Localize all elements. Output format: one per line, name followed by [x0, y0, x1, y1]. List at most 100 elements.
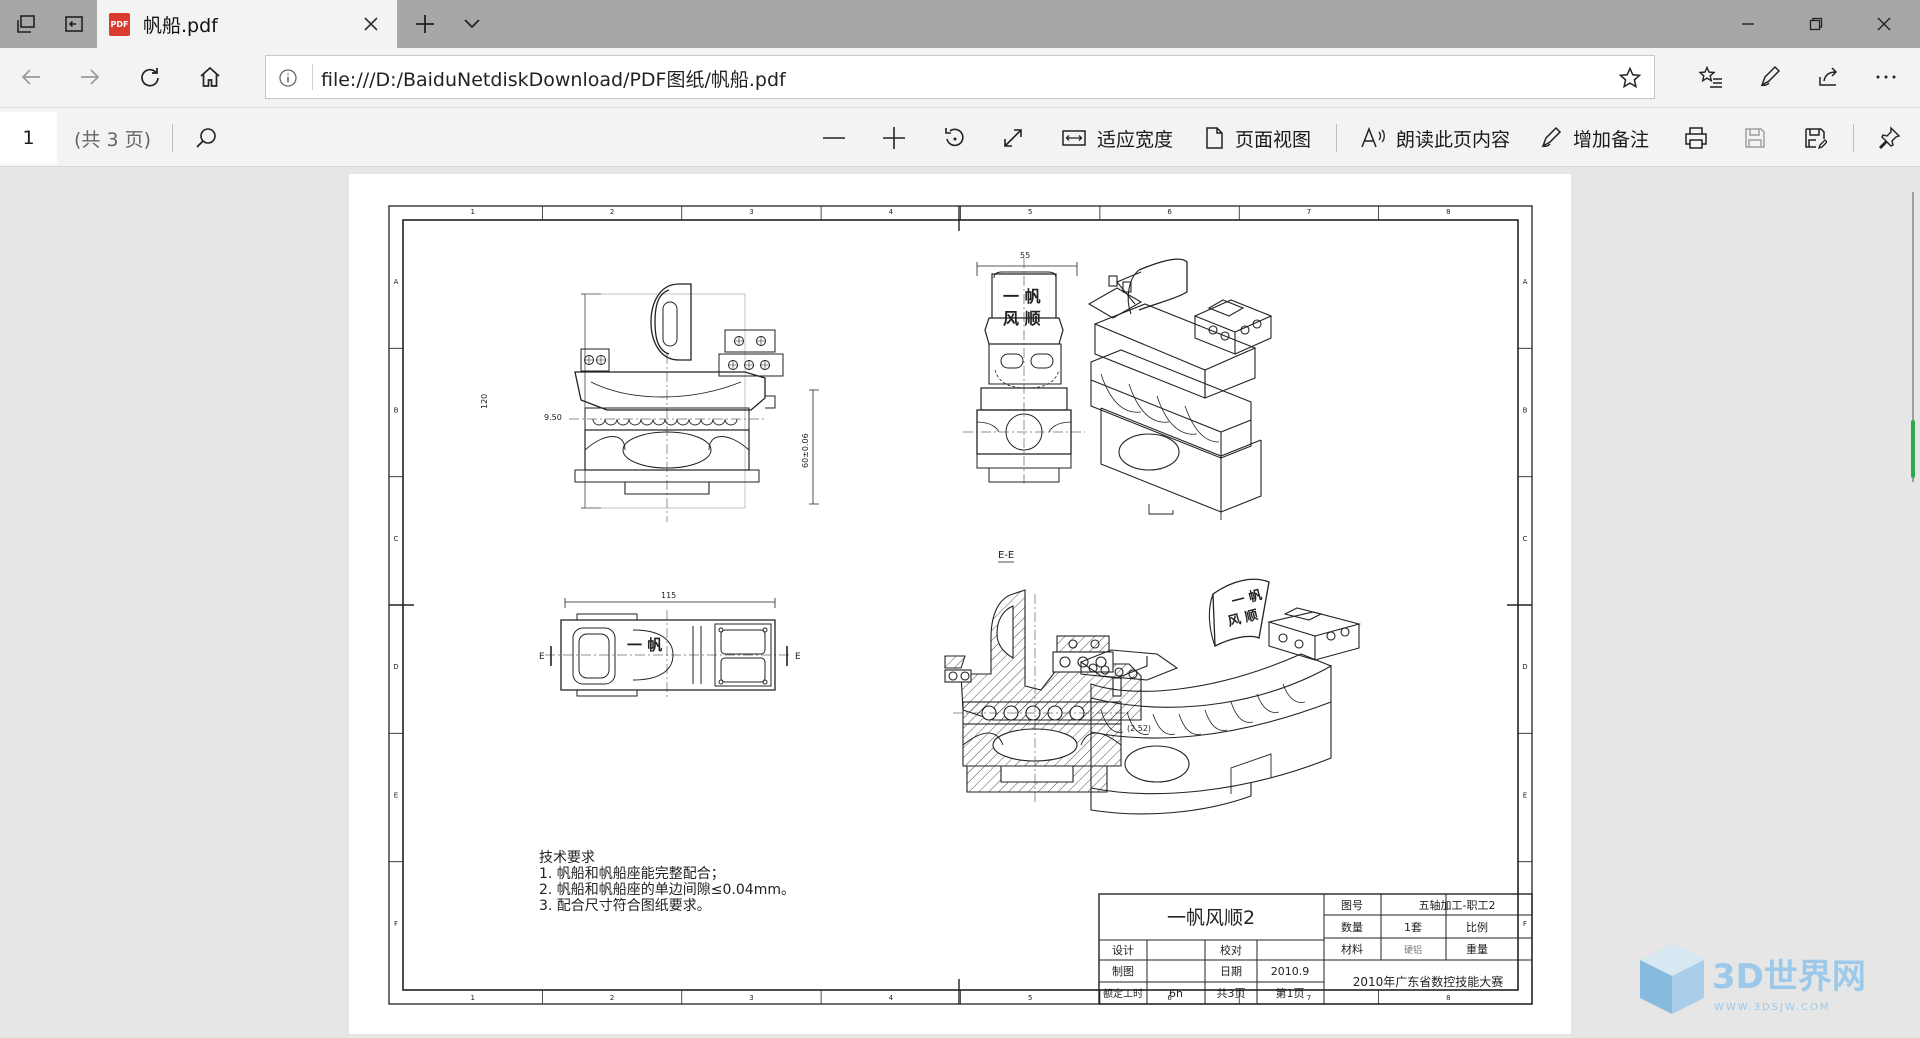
read-aloud-button[interactable]: 朗读此页内容	[1360, 118, 1510, 158]
tab-close-button[interactable]	[353, 6, 389, 42]
favorites-button[interactable]	[1688, 54, 1734, 100]
tab-preview-button[interactable]	[448, 0, 496, 48]
back-button[interactable]	[8, 54, 54, 100]
zone-row-label: F	[1523, 920, 1527, 928]
section-mark-right: E	[795, 652, 801, 662]
add-notes-button[interactable]: 增加备注	[1539, 118, 1649, 158]
scrollbar-thumb[interactable]	[1911, 420, 1915, 478]
minus-icon	[822, 126, 846, 150]
minimize-icon	[1741, 17, 1755, 31]
zone-row-label: A	[394, 278, 399, 286]
print-button[interactable]	[1683, 118, 1709, 158]
dim-offset-left: 9.50	[544, 413, 562, 422]
tb-date: 2010.9	[1271, 965, 1310, 978]
new-tab-button[interactable]	[401, 0, 449, 48]
tb-qty-label: 数量	[1341, 921, 1363, 934]
notes-title: 技术要求	[539, 850, 595, 866]
tabs-overview-icon	[15, 13, 37, 35]
save-icon	[1743, 126, 1767, 150]
info-icon[interactable]	[278, 68, 298, 88]
zone-row-label: F	[394, 920, 398, 928]
tb-design-label: 设计	[1112, 944, 1134, 957]
zone-column-label: 4	[889, 208, 894, 216]
engineering-drawing: 1122334455667788 A AB BC CD DE EF F 120 9.50	[388, 205, 1533, 1005]
zone-column-label: 7	[1307, 994, 1311, 1002]
home-icon	[198, 65, 222, 89]
zoom-out-button[interactable]	[822, 118, 846, 158]
zone-row-label: D	[1522, 663, 1527, 671]
page-view-label: 页面视图	[1235, 128, 1312, 151]
set-aside-icon	[63, 13, 85, 35]
tab-overview-button[interactable]	[2, 0, 50, 48]
zone-column-label: 7	[1307, 208, 1311, 216]
zone-column-label: 5	[1028, 208, 1032, 216]
zone-row-label: C	[394, 535, 399, 543]
zone-column-label: 2	[610, 994, 614, 1002]
tb-weight-label: 重量	[1466, 942, 1488, 956]
watermark-text: 3D世界网	[1712, 957, 1866, 997]
arrow-right-icon	[78, 65, 102, 89]
pin-toolbar-button[interactable]	[1877, 118, 1901, 158]
plus-icon	[882, 126, 906, 150]
url-text[interactable]: file:///D:/BaiduNetdiskDownload/PDF图纸/帆船…	[321, 65, 786, 92]
restore-button[interactable]	[1782, 0, 1850, 48]
favorites-list-icon	[1698, 65, 1724, 89]
plus-icon	[414, 13, 436, 35]
dim-gap: (2.52)	[1127, 724, 1151, 733]
save-button[interactable]	[1743, 118, 1767, 158]
page-view-button[interactable]: 页面视图	[1203, 118, 1311, 158]
page-total: (共 3 页)	[74, 129, 151, 151]
site-watermark: 3D世界网 WWW.3DSJW.COM	[1634, 938, 1894, 1028]
set-aside-tabs-button[interactable]	[50, 0, 98, 48]
close-window-button[interactable]	[1850, 0, 1918, 48]
zone-row-label: E	[394, 792, 398, 800]
zone-column-label: 3	[749, 994, 753, 1002]
print-icon	[1683, 126, 1709, 150]
zone-column-label: 1	[470, 994, 474, 1002]
home-button[interactable]	[187, 54, 233, 100]
forward-button[interactable]	[67, 54, 113, 100]
pdf-file-icon: PDF	[109, 13, 130, 36]
section-label: E-E	[998, 550, 1014, 561]
minimize-button[interactable]	[1714, 0, 1782, 48]
note-2: 2. 帆船和帆船座的单边间隙≤0.04mm。	[539, 882, 795, 898]
top-view-text-1: 一 帆	[627, 636, 662, 654]
tb-hours: 6h	[1169, 987, 1183, 1000]
more-button[interactable]	[1863, 54, 1909, 100]
fit-width-button[interactable]: 适应宽度	[1061, 118, 1173, 158]
note-3: 3. 配合尺寸符合图纸要求。	[539, 898, 711, 914]
zone-column-label: 3	[749, 208, 753, 216]
web-notes-button[interactable]	[1747, 54, 1793, 100]
rotate-button[interactable]	[942, 118, 968, 158]
find-button[interactable]	[194, 118, 218, 158]
pin-icon	[1877, 126, 1901, 150]
dim-height-left: 120	[480, 394, 489, 409]
tb-material: 硬铝	[1404, 944, 1422, 956]
tb-draw-label: 制图	[1112, 965, 1134, 978]
zone-column-label: 2	[610, 208, 614, 216]
dim-width-top: 55	[1020, 251, 1030, 260]
pen-icon	[1539, 126, 1563, 150]
zoom-in-button[interactable]	[882, 118, 906, 158]
expand-icon	[1001, 126, 1025, 150]
close-icon	[1877, 17, 1891, 31]
address-field[interactable]: file:///D:/BaiduNetdiskDownload/PDF图纸/帆船…	[265, 55, 1655, 99]
tb-page: 第1页	[1276, 986, 1305, 1000]
tb-scale-label: 比例	[1466, 920, 1488, 934]
arrow-left-icon	[19, 65, 43, 89]
save-as-button[interactable]	[1803, 118, 1827, 158]
browser-tab[interactable]: PDF 帆船.pdf	[97, 0, 397, 48]
fit-width-icon	[1061, 127, 1087, 149]
favorite-star-icon[interactable]	[1618, 66, 1642, 90]
tb-total-pages: 共3页	[1217, 987, 1246, 1000]
dim-width-bottom: 115	[661, 591, 676, 600]
fullscreen-button[interactable]	[1001, 118, 1025, 158]
refresh-button[interactable]	[127, 54, 173, 100]
zone-row-label: A	[1523, 278, 1528, 286]
page-number-input[interactable]: 1	[0, 112, 57, 164]
share-icon	[1817, 65, 1841, 89]
share-button[interactable]	[1806, 54, 1852, 100]
zone-row-label: E	[1523, 792, 1527, 800]
rotate-icon	[942, 125, 968, 151]
top-view	[545, 598, 791, 700]
